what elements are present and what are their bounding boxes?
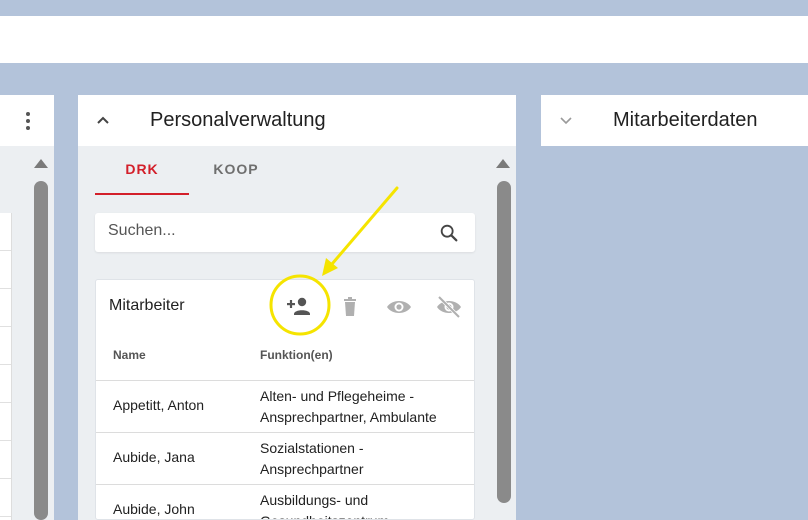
left-panel-header	[0, 95, 54, 146]
row-function: Alten- und Pflegeheime - Ansprechpartner…	[260, 388, 437, 425]
row-function: Ausbildungs- und Gesundheitszentrum	[260, 492, 389, 519]
more-vert-icon[interactable]	[23, 111, 33, 131]
tab-drk[interactable]: DRK	[95, 161, 189, 177]
visibility-icon[interactable]	[385, 294, 413, 320]
top-bar	[0, 16, 808, 63]
employee-data-panel-header: Mitarbeiterdaten	[541, 95, 808, 146]
delete-icon[interactable]	[336, 294, 364, 320]
scrollbar-thumb[interactable]	[497, 181, 511, 503]
personnel-panel: Personalverwaltung DRK KOOP Mitarbeiter	[78, 95, 516, 520]
scroll-up-arrow[interactable]	[496, 159, 510, 168]
list-item[interactable]	[0, 213, 11, 251]
search-icon[interactable]	[438, 222, 460, 244]
left-list	[0, 213, 12, 520]
search-input[interactable]	[108, 222, 428, 240]
row-name: Aubide, John	[113, 501, 195, 517]
panel-header: Personalverwaltung	[78, 95, 516, 146]
table-row[interactable]: Aubide, Jana Sozialstationen - Ansprechp…	[96, 432, 474, 484]
tab-koop[interactable]: KOOP	[189, 161, 283, 177]
chevron-down-icon[interactable]	[559, 113, 573, 127]
scrollbar-thumb[interactable]	[34, 181, 48, 520]
search-box	[95, 213, 475, 252]
list-item[interactable]	[0, 441, 11, 479]
list-item[interactable]	[0, 327, 11, 365]
list-item[interactable]	[0, 251, 11, 289]
table-row[interactable]: Appetitt, Anton Alten- und Pflegeheime -…	[96, 380, 474, 432]
active-tab-indicator	[95, 193, 189, 195]
column-header-name[interactable]: Name	[113, 348, 146, 362]
list-item[interactable]	[0, 403, 11, 441]
list-item[interactable]	[0, 365, 11, 403]
column-header-function[interactable]: Funktion(en)	[260, 348, 333, 362]
chevron-up-icon[interactable]	[96, 113, 110, 127]
row-name: Appetitt, Anton	[113, 397, 205, 413]
left-panel	[0, 95, 54, 520]
row-name: Aubide, Jana	[113, 449, 195, 465]
scroll-up-arrow[interactable]	[34, 159, 48, 168]
card-title: Mitarbeiter	[109, 297, 185, 314]
visibility-off-icon[interactable]	[435, 294, 463, 320]
list-item[interactable]	[0, 479, 11, 517]
row-function: Sozialstationen - Ansprechpartner	[260, 440, 364, 477]
panel-title: Mitarbeiterdaten	[613, 109, 758, 131]
panel-title: Personalverwaltung	[150, 109, 326, 131]
list-item[interactable]	[0, 289, 11, 327]
table-row[interactable]: Aubide, John Ausbildungs- und Gesundheit…	[96, 484, 474, 519]
employees-card: Mitarbeiter Name Funktion(en) Appetitt, …	[95, 279, 475, 520]
add-person-icon[interactable]	[284, 294, 312, 320]
